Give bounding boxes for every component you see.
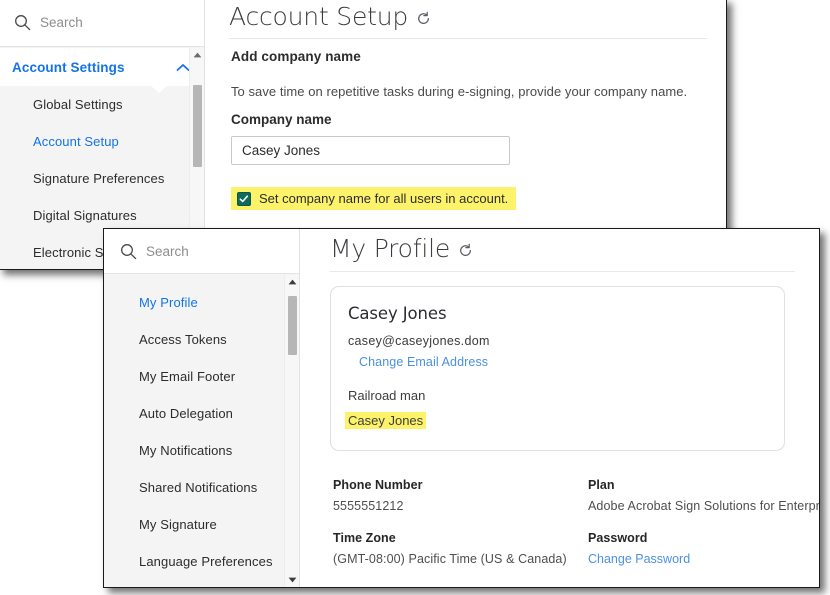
profile-search-input[interactable] [146,243,286,259]
section-description: To save time on repetitive tasks during … [231,84,688,99]
sidebar-item-access-tokens[interactable]: Access Tokens [104,321,299,358]
detail-label: Time Zone [333,531,396,545]
account-search-input[interactable] [40,14,180,30]
company-name-label: Company name [231,112,332,127]
nav-group-label: Account Settings [12,59,125,75]
title-divider [229,38,707,39]
my-profile-window: My Profile Access Tokens My Email Footer… [103,228,820,588]
change-password-link[interactable]: Change Password [588,552,690,566]
section-heading: Add company name [231,49,361,64]
detail-label: Password [588,531,648,545]
sidebar-item-label: My Email Footer [139,369,236,384]
sidebar-item-label: Signature Preferences [33,171,165,186]
nav-group-account-settings[interactable]: Account Settings [0,48,204,86]
detail-value: Adobe Acrobat Sign Solutions for Enterpr… [588,499,820,513]
scroll-up-arrow-icon[interactable] [285,275,299,289]
profile-card: Casey Jones casey@caseyjones.dom Change … [330,286,785,451]
sidebar-item-label: Global Settings [33,97,123,112]
sidebar-item-label: Auto Delegation [139,406,234,421]
sidebar-item-auto-delegation[interactable]: Auto Delegation [104,395,299,432]
detail-plan: Plan Adobe Acrobat Sign Solutions for En… [588,478,820,513]
scrollbar-thumb[interactable] [193,85,202,167]
profile-job-title: Railroad man [348,388,426,403]
detail-value: 5555551212 [333,499,404,513]
detail-label: Plan [588,478,615,492]
sidebar-item-global-settings[interactable]: Global Settings [0,86,204,123]
account-search-box[interactable] [0,0,204,47]
profile-company-value: Casey Jones [345,412,427,429]
sidebar-item-account-setup[interactable]: Account Setup [0,123,204,160]
detail-phone-number: Phone Number 5555551212 [333,478,423,513]
profile-email: casey@caseyjones.dom [348,334,490,348]
sidebar-item-label: Account Setup [33,134,119,149]
sidebar-item-label: Digital Signatures [33,208,137,223]
sidebar-item-my-signature[interactable]: My Signature [104,506,299,543]
search-icon [14,14,31,31]
scrollbar-thumb[interactable] [288,296,297,355]
sidebar-item-label: My Notifications [139,443,233,458]
detail-label: Phone Number [333,478,423,492]
sidebar-item-shared-notifications[interactable]: Shared Notifications [104,469,299,506]
sidebar-item-signature-preferences[interactable]: Signature Preferences [0,160,204,197]
checkbox-label: Set company name for all users in accoun… [259,191,509,206]
title-divider [330,271,795,272]
profile-company: Casey Jones [345,412,427,430]
scroll-down-arrow-icon[interactable] [285,573,299,587]
refresh-icon[interactable] [458,243,473,258]
sidebar-item-my-notifications[interactable]: My Notifications [104,432,299,469]
page-title-text: Account Setup [229,2,409,31]
set-company-name-checkbox-row[interactable]: Set company name for all users in accoun… [231,187,517,210]
sidebar-item-label: My Profile [139,295,198,310]
profile-sidebar: My Profile Access Tokens My Email Footer… [104,229,300,587]
sidebar-item-label: My Signature [139,517,217,532]
screenshot-stage: Account Settings Global Settings Account… [0,0,830,595]
sidebar-item-language-preferences[interactable]: Language Preferences [104,543,299,580]
sidebar-item-label: Access Tokens [139,332,227,347]
sidebar-item-label: Electronic S [33,245,104,260]
detail-value: (GMT-08:00) Pacific Time (US & Canada) [333,552,567,566]
page-title: My Profile [330,234,473,263]
detail-time-zone: Time Zone (GMT-08:00) Pacific Time (US &… [333,531,567,566]
refresh-icon[interactable] [416,11,431,26]
chevron-up-icon [176,63,190,72]
sidebar-item-my-email-footer[interactable]: My Email Footer [104,358,299,395]
page-title-text: My Profile [330,234,451,263]
profile-content: My Profile Casey Jones casey@caseyjones.… [300,229,819,587]
checkbox-icon[interactable] [237,191,251,206]
nav-group-pointer [150,85,168,93]
company-name-input[interactable] [231,136,510,165]
profile-search-box[interactable] [104,229,299,274]
sidebar-item-my-profile[interactable]: My Profile [104,284,299,321]
sidebar-item-label: Shared Notifications [139,480,258,495]
scroll-up-arrow-icon[interactable] [190,48,204,62]
profile-name: Casey Jones [348,304,447,323]
sidebar-item-label: Language Preferences [139,554,273,569]
page-title: Account Setup [229,2,431,31]
profile-nav-list: My Profile Access Tokens My Email Footer… [104,275,299,587]
search-icon [120,243,137,260]
change-email-address-link[interactable]: Change Email Address [359,355,488,369]
profile-sidebar-scrollbar[interactable] [284,275,299,587]
detail-password: Password Change Password [588,531,690,568]
